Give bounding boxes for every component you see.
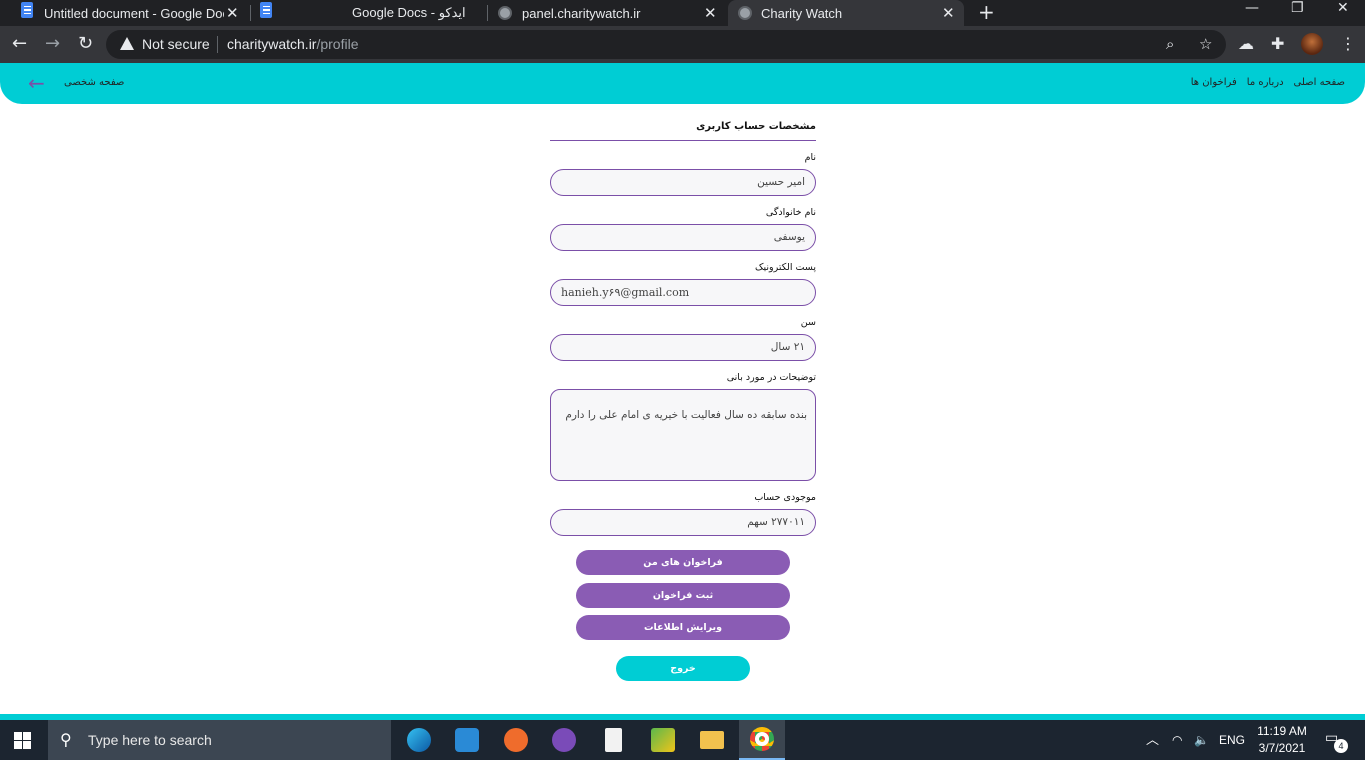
xampp-app[interactable] <box>640 720 686 760</box>
logout-button[interactable]: خروج <box>616 656 750 681</box>
warning-icon <box>120 37 134 50</box>
folder-icon <box>700 731 724 749</box>
notification-badge: 4 <box>1334 739 1348 753</box>
wifi-icon[interactable]: ◠ <box>1172 720 1182 760</box>
clock-time: 11:19 AM <box>1257 724 1307 738</box>
tab-panel-charitywatch[interactable]: panel.charitywatch.ir ✕ <box>490 0 726 26</box>
edit-info-button[interactable]: ویرایش اطلاعات <box>576 615 790 640</box>
tab-untitled-document[interactable]: Untitled document - Google Doc ✕ <box>8 0 248 26</box>
language-indicator[interactable]: ENG <box>1219 720 1245 760</box>
extension-cloud-icon[interactable]: ☁ <box>1238 34 1254 54</box>
profile-form: مشخصات حساب کاربری نام امیر حسین نام خان… <box>550 118 816 536</box>
tray-chevron-icon[interactable]: ︿ <box>1146 720 1159 760</box>
last-name-field[interactable]: یوسفی <box>550 224 816 251</box>
search-icon: ⚲ <box>60 730 72 749</box>
submit-call-button[interactable]: ثبت فراخوان <box>576 583 790 608</box>
tab-google-docs[interactable]: Google Docs - ایدکو <box>252 0 486 26</box>
first-name-label: نام <box>804 152 816 163</box>
section-title: مشخصات حساب کاربری <box>550 118 816 141</box>
balance-label: موجودی حساب <box>754 492 816 503</box>
search-placeholder: Type here to search <box>88 732 212 748</box>
clock[interactable]: 11:19 AM 3/7/2021 <box>1250 723 1314 757</box>
bio-textarea[interactable]: بنده سابقه ده سال فعالیت با خیریه ی امام… <box>550 389 816 481</box>
github-icon <box>552 728 576 752</box>
restore-icon[interactable]: ❐ <box>1291 0 1304 26</box>
google-docs-icon <box>21 2 33 18</box>
postman-app[interactable] <box>493 720 539 760</box>
close-icon[interactable]: ✕ <box>226 4 239 22</box>
tab-title: Google Docs - ایدکو <box>352 5 466 20</box>
menu-kebab-icon[interactable]: ⋮ <box>1340 34 1356 54</box>
age-field[interactable]: ۲۱ سال <box>550 334 816 361</box>
volume-icon[interactable]: 🔈 <box>1194 720 1209 760</box>
reload-icon[interactable]: ↻ <box>78 33 93 55</box>
first-name-field[interactable]: امیر حسین <box>550 169 816 196</box>
taskbar-search[interactable]: ⚲ Type here to search <box>48 720 391 760</box>
windows-taskbar: ⚲ Type here to search ︿ ◠ 🔈 ENG 11:19 AM… <box>0 720 1365 760</box>
extensions-puzzle-icon[interactable]: ✚ <box>1271 34 1284 54</box>
last-name-label: نام خانوادگی <box>765 207 816 218</box>
my-calls-button[interactable]: فراخوان های من <box>576 550 790 575</box>
profile-avatar[interactable] <box>1301 33 1323 55</box>
back-arrow-icon[interactable]: ← <box>28 72 45 94</box>
chrome-app[interactable] <box>739 720 785 760</box>
postman-icon <box>504 728 528 752</box>
file-icon <box>604 728 622 752</box>
url-text[interactable]: charitywatch.ir/profile <box>227 36 359 52</box>
tab-title: panel.charitywatch.ir <box>522 5 641 21</box>
bookmark-star-icon[interactable]: ☆ <box>1199 35 1212 53</box>
site-header: ← صفحه شخصی صفحه اصلی درباره ما فراخوان … <box>0 63 1365 104</box>
globe-icon <box>738 6 752 20</box>
close-icon[interactable]: ✕ <box>942 4 955 22</box>
clock-date: 3/7/2021 <box>1258 741 1306 755</box>
security-label[interactable]: Not secure <box>142 36 210 52</box>
globe-icon <box>498 6 512 20</box>
github-desktop-app[interactable] <box>541 720 587 760</box>
tab-charity-watch[interactable]: Charity Watch ✕ <box>728 0 964 26</box>
edge-icon <box>407 728 431 752</box>
google-docs-icon <box>260 2 272 18</box>
bio-label: توضیحات در مورد بانی <box>726 372 816 383</box>
browser-toolbar: ← → ↻ Not secure charitywatch.ir/profile… <box>0 26 1365 63</box>
back-icon[interactable]: ← <box>12 33 27 55</box>
email-label: پست الکترونیک <box>755 262 816 273</box>
main-nav: صفحه اصلی درباره ما فراخوان ها <box>1191 77 1345 88</box>
tab-strip: Untitled document - Google Doc ✕ Google … <box>0 0 1365 26</box>
tab-title: Untitled document - Google Doc <box>44 5 224 21</box>
tab-separator <box>250 5 251 21</box>
age-label: سن <box>800 317 816 328</box>
minimize-icon[interactable]: — <box>1245 0 1259 26</box>
vscode-app[interactable] <box>444 720 490 760</box>
close-icon[interactable]: ✕ <box>704 4 717 22</box>
url-divider <box>217 36 218 53</box>
close-window-icon[interactable]: ✕ <box>1337 0 1349 26</box>
nav-calls[interactable]: فراخوان ها <box>1191 77 1237 88</box>
xampp-icon <box>651 728 675 752</box>
zoom-search-icon[interactable]: ⌕ <box>1166 35 1174 53</box>
nav-about[interactable]: درباره ما <box>1247 77 1284 88</box>
url-path: /profile <box>316 36 359 52</box>
forward-icon[interactable]: → <box>45 33 60 55</box>
chrome-icon <box>750 727 774 751</box>
email-field[interactable]: hanieh.y۶۹@gmail.com <box>550 279 816 306</box>
notepad-app[interactable] <box>590 720 636 760</box>
nav-home[interactable]: صفحه اصلی <box>1294 77 1345 88</box>
edge-app[interactable] <box>396 720 442 760</box>
windows-start-icon[interactable] <box>14 732 31 749</box>
file-explorer-app[interactable] <box>689 720 735 760</box>
page-title: صفحه شخصی <box>64 77 125 88</box>
new-tab-button[interactable]: + <box>978 0 995 26</box>
vscode-icon <box>455 728 479 752</box>
tab-separator <box>487 5 488 21</box>
url-host: charitywatch.ir <box>227 36 317 52</box>
balance-field[interactable]: ۲۷۷۰۱۱ سهم <box>550 509 816 536</box>
tab-title: Charity Watch <box>761 5 843 21</box>
address-bar[interactable]: Not secure charitywatch.ir/profile ⌕ ☆ <box>106 30 1226 59</box>
